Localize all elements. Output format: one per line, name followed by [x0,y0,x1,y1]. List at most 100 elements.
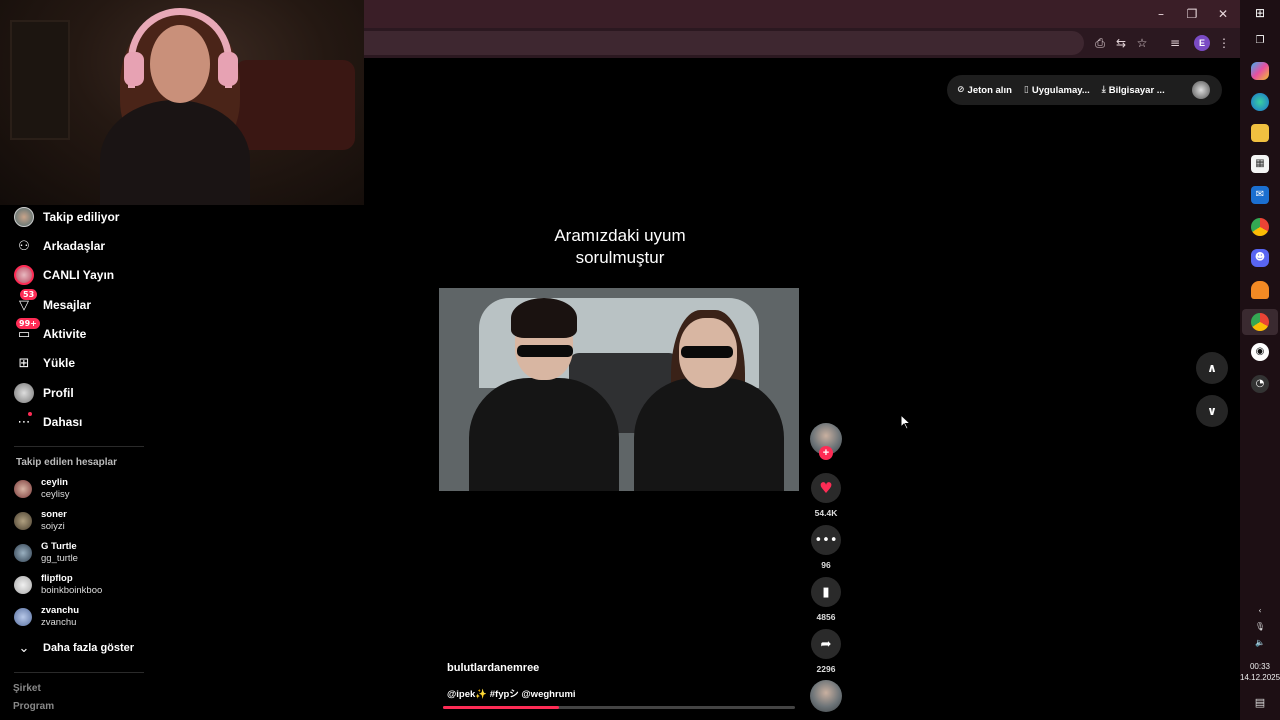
volume-icon[interactable]: 🔈 [1246,638,1274,647]
menu-icon[interactable]: ⋮ [1215,34,1233,52]
account-avatar [14,480,32,498]
share-icon: ➦ [820,636,832,652]
address-bar[interactable] [364,31,1084,55]
user-avatar[interactable] [1192,81,1210,99]
follow-button[interactable]: + [819,446,833,460]
more-icon: ⋯ [14,412,34,432]
like-button[interactable]: ♥ [811,473,841,503]
star-icon[interactable]: ☆ [1133,34,1151,52]
clock-date[interactable]: 14.12.2025 [1240,673,1280,682]
restore-button[interactable]: ❐ [1177,4,1207,24]
get-coins-label: Jeton alın [967,84,1012,96]
clock-app-icon[interactable]: ◔ [1251,375,1269,393]
account-username: ceylisy [41,489,70,500]
desktop-app-button[interactable]: ⤓ Bilgisayar ... [1102,85,1165,96]
chrome-active-icon[interactable] [1251,313,1269,331]
comment-icon: ••• [814,532,838,548]
friends-icon: ⚇ [18,238,30,254]
windows-start-icon[interactable]: ⊞ [1251,4,1269,22]
video-description[interactable]: @ipek✨ #fypシ @weghrumi [447,686,576,700]
webcam-overlay [0,0,364,205]
live-icon [14,265,34,285]
previous-video-button[interactable]: ∧ [1196,352,1228,384]
sound-avatar[interactable] [810,680,842,712]
get-coins-button[interactable]: ⊘ Jeton alın [957,85,1012,96]
playlist-icon[interactable]: ≡ [1166,34,1184,52]
following-account[interactable]: soner soiyzi [14,508,67,534]
obs-icon[interactable]: ◉ [1251,343,1269,361]
account-username: soiyzi [41,521,65,532]
sidebar-item-profile[interactable]: Profil [14,381,74,405]
bookmark-button[interactable]: ▮ [811,577,841,607]
video-player[interactable] [439,288,799,491]
cloud-app-icon[interactable] [1251,281,1269,299]
account-avatar [14,544,32,562]
account-name: ceylin [41,477,68,488]
get-app-label: Uygulamay... [1031,84,1090,96]
account-name: zvanchu [41,605,80,616]
chevron-down-icon: ∨ [1207,404,1217,418]
share-count: 2296 [816,664,836,674]
account-avatar [14,576,32,594]
account-username: boinkboinkboo [41,585,103,596]
following-account[interactable]: zvanchu zvanchu [14,604,79,630]
file-explorer-icon[interactable] [1251,124,1269,142]
video-progress-fill [443,706,560,709]
sidebar-item-label: Arkadaşlar [43,239,106,253]
following-account[interactable]: G Turtle gg_turtle [14,540,78,566]
video-progress-bar[interactable] [443,706,795,709]
video-sunglasses [681,346,733,358]
account-name: G Turtle [41,541,77,552]
clock-time[interactable]: 00:33 [1240,662,1280,671]
copilot-icon[interactable] [1251,62,1269,80]
get-app-button[interactable]: ▯ Uygulamay... [1024,85,1090,96]
tray-expand-icon[interactable]: ‹ [1246,606,1274,615]
sidebar-item-activity[interactable]: ▭ 99+ Aktivite [14,318,86,346]
discord-icon[interactable]: ☻ [1251,249,1269,267]
sidebar-item-following[interactable]: Takip ediliyor [14,205,119,229]
minimize-button[interactable]: – [1146,4,1176,24]
webcam-chair [235,60,355,150]
following-account[interactable]: ceylin ceylisy [14,476,70,502]
outlook-icon[interactable]: ✉ [1251,186,1269,204]
sidebar-item-messages[interactable]: ▽ 53 Mesajlar [14,289,92,317]
sidebar-item-more[interactable]: ⋯ Dahası [14,410,82,434]
microphone-icon[interactable]: 🎙 [1246,622,1274,631]
footer-link-company[interactable]: Şirket [13,683,41,694]
account-username: zvanchu [41,617,77,628]
store-icon[interactable]: ▦ [1251,155,1269,173]
sidebar-item-live[interactable]: CANLI Yayın [14,263,114,287]
close-button[interactable]: ✕ [1208,4,1238,24]
video-author[interactable]: bulutlardanemree [447,662,539,674]
show-more-label: Daha fazla göster [43,642,135,654]
sidebar-item-label: Mesajlar [43,298,92,312]
chrome-icon[interactable] [1251,218,1269,236]
video-person-hair [511,298,577,338]
comment-button[interactable]: ••• [811,525,841,555]
upload-icon: ⊞ [18,355,30,371]
next-video-button[interactable]: ∨ [1196,395,1228,427]
sidebar-item-label: Dahası [43,415,83,429]
footer-link-program[interactable]: Program [13,701,54,712]
notifications-icon[interactable]: ▤ [1246,696,1274,709]
windows-taskbar: ⊞ ❐ ▦ ✉ ☻ ◉ ◔ ‹ 🎙 🔈 00:33 14.12.2025 ▤ [1240,0,1280,720]
edge-icon[interactable] [1251,93,1269,111]
show-more-button[interactable]: ⌄ Daha fazla göster [14,636,135,660]
account-name: soner [41,509,67,520]
browser-toolbar: ⎙ ⇆ ☆ ≡ E ⋮ [364,28,1240,58]
sidebar-item-upload[interactable]: ⊞ Yükle [14,351,75,375]
download-icon: ⤓ [1101,85,1106,95]
sidebar-item-friends[interactable]: ⚇ Arkadaşlar [14,234,105,258]
account-avatar [14,512,32,530]
following-accounts-title: Takip edilen hesaplar [16,457,117,468]
translate-icon[interactable]: ⇆ [1112,34,1130,52]
install-icon[interactable]: ⎙ [1091,34,1109,52]
profile-icon[interactable]: E [1194,35,1210,51]
task-view-icon[interactable]: ❐ [1251,32,1269,50]
phone-icon: ▯ [1023,85,1029,95]
following-account[interactable]: flipflop boinkboinkboo [14,572,102,598]
video-person-right [634,378,784,491]
share-button[interactable]: ➦ [811,629,841,659]
heart-icon: ♥ [819,479,833,497]
account-name: flipflop [41,573,73,584]
